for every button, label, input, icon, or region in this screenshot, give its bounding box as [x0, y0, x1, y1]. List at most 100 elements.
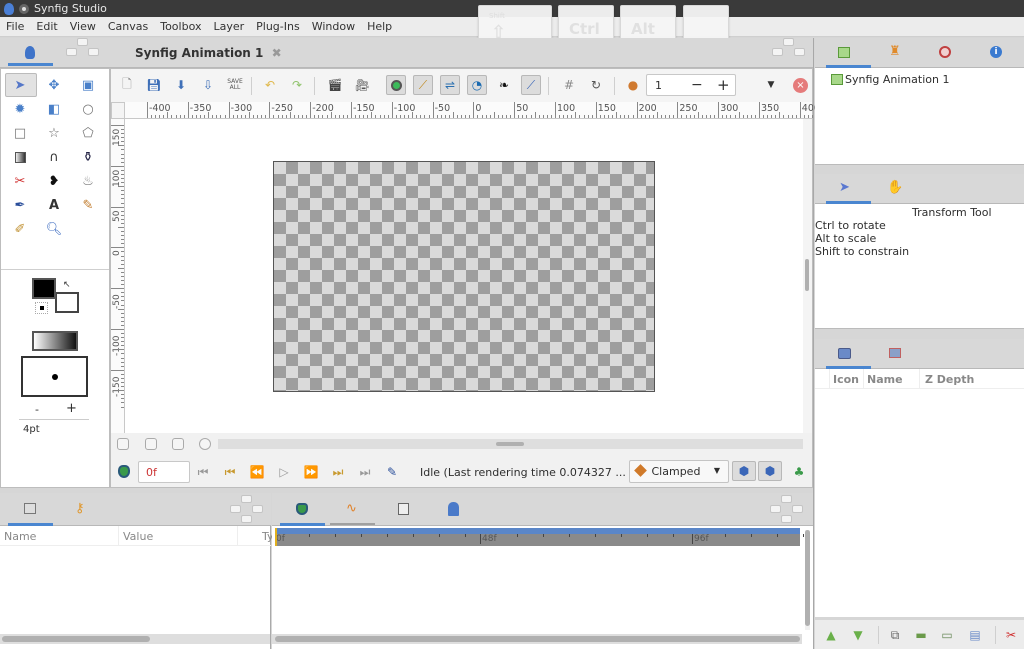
layer-col-icon[interactable]: Icon: [833, 373, 859, 386]
scale-tool-icon[interactable]: ▣: [79, 76, 97, 94]
fill-color-swatch[interactable]: [55, 292, 79, 313]
brush-tool-icon[interactable]: ✎: [79, 196, 97, 214]
seek-begin-icon[interactable]: ⏮: [193, 462, 213, 482]
export-icon[interactable]: ⇩: [198, 75, 218, 95]
window-menu-icon[interactable]: [19, 3, 29, 14]
jack-toggle-icon[interactable]: ♣: [789, 462, 809, 482]
canvas-vscroll-thumb[interactable]: [805, 259, 809, 291]
snap-grid-icon[interactable]: ↻: [586, 75, 606, 95]
draw-tool-icon[interactable]: ♨: [79, 172, 97, 190]
canvas-viewport[interactable]: [125, 119, 803, 433]
params-hscrollbar[interactable]: [0, 634, 270, 644]
layers-tab-icon[interactable]: [838, 348, 851, 359]
canvas-browser-tab-icon[interactable]: [838, 47, 850, 58]
toggle-low-res-icon[interactable]: [172, 438, 184, 450]
show-angle-handles-button[interactable]: ⟋: [521, 75, 541, 95]
smooth-move-tool-icon[interactable]: ✥: [45, 76, 63, 94]
right-column-divider[interactable]: [813, 38, 814, 649]
interpolation-dropdown[interactable]: Clamped ▼: [629, 460, 729, 483]
tool-options-tab-icon[interactable]: ➤: [839, 180, 850, 195]
polygon-tool-icon[interactable]: ⬠: [79, 124, 97, 142]
menu-file[interactable]: File: [0, 20, 30, 33]
outline-color-swatch[interactable]: [32, 278, 56, 299]
params-hscroll-thumb[interactable]: [2, 636, 150, 642]
brush-preview[interactable]: [21, 356, 88, 397]
param-col-name[interactable]: Name: [4, 530, 36, 543]
swap-colors-icon[interactable]: ↖: [63, 280, 71, 290]
star-tool-icon[interactable]: ☆: [45, 124, 63, 142]
save-icon[interactable]: 💾︎: [144, 75, 164, 95]
timetrack-vscroll-thumb[interactable]: [805, 530, 810, 626]
menu-layer[interactable]: Layer: [207, 20, 250, 33]
onion-skin-icon[interactable]: ●: [623, 75, 643, 95]
onion-skin-stepper[interactable]: 1 − +: [646, 74, 736, 96]
show-width-handles-icon[interactable]: ❧: [494, 75, 514, 95]
show-position-handles-button[interactable]: [386, 75, 406, 95]
circle-tool-icon[interactable]: ○: [79, 100, 97, 118]
gradient-swatch[interactable]: [32, 331, 78, 351]
onion-skin-decrease[interactable]: −: [691, 77, 703, 93]
menu-window[interactable]: Window: [306, 20, 361, 33]
brush-size-increase[interactable]: +: [66, 401, 77, 416]
toggle-canvas-menu-icon[interactable]: [117, 438, 129, 450]
param-col-value[interactable]: Value: [123, 530, 153, 543]
save-as-icon[interactable]: ⬇: [171, 75, 191, 95]
params-tab-icon[interactable]: [24, 503, 36, 514]
canvas-transparent-area[interactable]: [273, 161, 655, 392]
sketch-tool-icon[interactable]: ✒: [11, 196, 29, 214]
dock-handle[interactable]: [66, 38, 99, 70]
dock-handle[interactable]: [770, 495, 803, 527]
brush-size-decrease[interactable]: -: [35, 403, 39, 416]
onion-skin-increase[interactable]: +: [717, 76, 730, 94]
timetrack-hscrollbar[interactable]: [272, 634, 802, 644]
time-ruler[interactable]: 0f 48f 96f: [275, 534, 986, 546]
canvas-tree-item[interactable]: Synfig Animation 1: [831, 73, 949, 86]
transform-tool-icon[interactable]: ➤: [11, 76, 29, 94]
eyedrop-tool-icon[interactable]: ✐: [11, 220, 29, 238]
encapsulate-icon[interactable]: ▤: [965, 625, 985, 645]
preview-icon[interactable]: 🎥︎: [352, 75, 372, 95]
curves-tab-icon[interactable]: ∿: [346, 501, 357, 516]
toggle-playback-bounds-icon[interactable]: ✎: [382, 462, 402, 482]
reset-colors-icon[interactable]: [35, 302, 48, 314]
width-tool-icon[interactable]: ❥: [45, 172, 63, 190]
menu-plugins[interactable]: Plug-Ins: [250, 20, 306, 33]
lower-layer-icon[interactable]: ▼: [848, 625, 868, 645]
menu-help[interactable]: Help: [361, 20, 398, 33]
render-icon[interactable]: 🎬︎: [325, 75, 345, 95]
show-tangent-handles-button[interactable]: ⇌: [440, 75, 460, 95]
toggle-ducks-icon[interactable]: [145, 438, 157, 450]
mirror-tool-icon[interactable]: ◧: [45, 100, 63, 118]
timetrack-hscroll-thumb[interactable]: [275, 636, 800, 642]
close-tab-icon[interactable]: ✖: [272, 46, 282, 60]
current-time-field[interactable]: 0f: [138, 461, 190, 483]
menu-view[interactable]: View: [64, 20, 102, 33]
info-tab-icon[interactable]: i: [990, 46, 1002, 58]
toolbar-overflow-icon[interactable]: ▼: [761, 75, 781, 95]
document-tab[interactable]: Synfig Animation 1 ✖: [135, 46, 282, 60]
fill-tool-icon[interactable]: ⚱: [79, 148, 97, 166]
spline-tool-icon[interactable]: ∩: [45, 148, 63, 166]
show-grid-icon[interactable]: #: [559, 75, 579, 95]
seek-prev-frame-icon[interactable]: ⏪: [247, 462, 267, 482]
dock-handle[interactable]: [772, 38, 805, 70]
sets-tab-icon[interactable]: [889, 348, 901, 358]
new-file-icon[interactable]: 🗋︎: [117, 75, 137, 95]
cutout-tool-icon[interactable]: ✂: [11, 172, 29, 190]
layer-col-zdepth[interactable]: Z Depth: [925, 373, 974, 386]
navigator-tab-icon[interactable]: ♜: [889, 44, 901, 59]
stop-render-icon[interactable]: ×: [793, 78, 808, 93]
menu-toolbox[interactable]: Toolbox: [154, 20, 207, 33]
animation-mode-icon[interactable]: [118, 465, 130, 478]
zoom-tool-icon[interactable]: 🔍︎: [45, 220, 63, 238]
show-vertex-handles-button[interactable]: ⟋: [413, 75, 433, 95]
history-tab-icon[interactable]: ✋: [887, 180, 903, 195]
onion-skin-value[interactable]: 1: [655, 79, 662, 92]
rectangle-tool-icon[interactable]: □: [11, 124, 29, 142]
duplicate-layer-icon[interactable]: ⧉: [885, 625, 905, 645]
future-keyframes-lock-button[interactable]: ⬢: [758, 461, 782, 481]
undo-icon[interactable]: ↶: [260, 75, 280, 95]
layer-col-name[interactable]: Name: [867, 373, 903, 386]
raise-layer-icon[interactable]: ▲: [821, 625, 841, 645]
seek-next-frame-icon[interactable]: ⏩: [301, 462, 321, 482]
